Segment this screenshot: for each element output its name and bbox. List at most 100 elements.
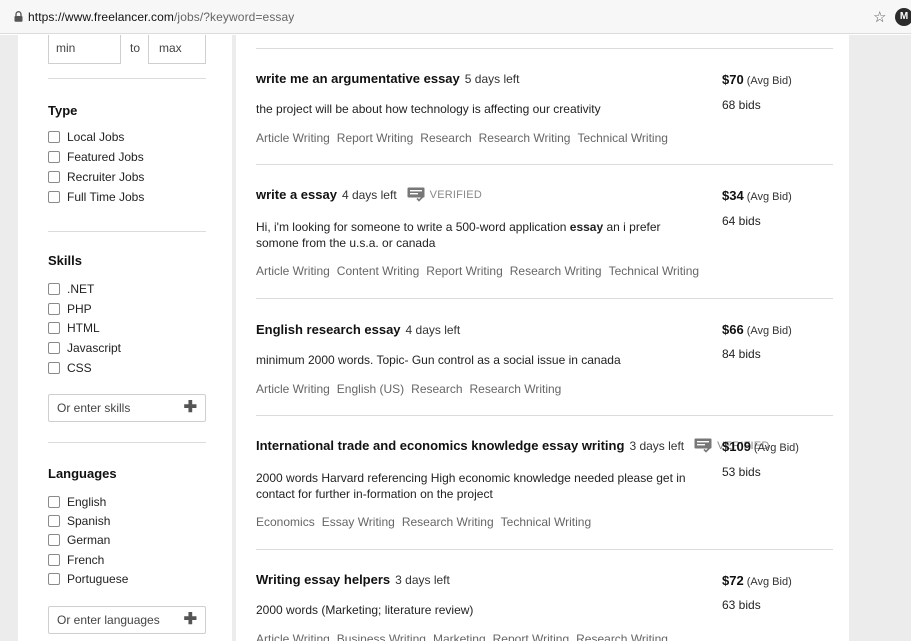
skill-tag-link[interactable]: Research Writing bbox=[479, 131, 571, 145]
plus-icon[interactable]: ✚ bbox=[184, 400, 197, 416]
skill-tag-link[interactable]: Research Writing bbox=[576, 632, 668, 641]
enter-skills-input[interactable]: Or enter skills ✚ bbox=[48, 394, 206, 422]
skill-option-css[interactable]: CSS bbox=[48, 360, 92, 376]
skill-tag-link[interactable]: Economics bbox=[256, 515, 315, 529]
avg-bid-amount: $72 bbox=[722, 573, 744, 588]
checkbox[interactable] bbox=[48, 283, 60, 295]
bid-count: 64 bids bbox=[722, 214, 761, 228]
enter-languages-input[interactable]: Or enter languages ✚ bbox=[48, 606, 206, 634]
page-gutter-left bbox=[0, 35, 18, 641]
job-skill-tags: Article Writing Business Writing Marketi… bbox=[256, 632, 675, 641]
checkbox[interactable] bbox=[48, 131, 60, 143]
url-text[interactable]: https://www.freelancer.com/jobs/?keyword… bbox=[28, 10, 294, 24]
job-title-link[interactable]: write me an argumentative essay bbox=[256, 71, 460, 86]
job-divider bbox=[256, 415, 833, 416]
job-price: $34 (Avg Bid) bbox=[722, 188, 792, 203]
skill-tag-link[interactable]: Technical Writing bbox=[609, 264, 699, 278]
job-price: $66 (Avg Bid) bbox=[722, 322, 792, 337]
skill-tag-link[interactable]: Report Writing bbox=[493, 632, 569, 641]
checkbox[interactable] bbox=[48, 554, 60, 566]
skill-tag-link[interactable]: Research bbox=[420, 131, 471, 145]
budget-min-input[interactable]: min bbox=[48, 35, 121, 64]
checkbox[interactable] bbox=[48, 362, 60, 374]
checkbox[interactable] bbox=[48, 534, 60, 546]
bid-count: 68 bids bbox=[722, 98, 761, 112]
skill-tag-link[interactable]: Report Writing bbox=[426, 264, 502, 278]
checkbox[interactable] bbox=[48, 171, 60, 183]
job-card-header: English research essay 4 days left bbox=[256, 322, 460, 337]
language-option-french[interactable]: French bbox=[48, 552, 104, 568]
skill-option-javascript[interactable]: Javascript bbox=[48, 340, 121, 356]
language-option-portuguese[interactable]: Portuguese bbox=[48, 571, 128, 587]
job-skill-tags: Article Writing Content Writing Report W… bbox=[256, 264, 706, 278]
checkbox[interactable] bbox=[48, 322, 60, 334]
url-path: /jobs/?keyword=essay bbox=[174, 10, 295, 24]
job-card-header: International trade and economics knowle… bbox=[256, 438, 769, 453]
job-skill-tags: Article Writing Report Writing Research … bbox=[256, 131, 675, 145]
checkbox[interactable] bbox=[48, 342, 60, 354]
job-description: the project will be about how technology… bbox=[256, 102, 601, 116]
section-divider bbox=[48, 231, 206, 232]
skill-tag-link[interactable]: Research bbox=[411, 382, 462, 396]
type-option-featured-jobs[interactable]: Featured Jobs bbox=[48, 149, 144, 165]
type-option-full-time-jobs[interactable]: Full Time Jobs bbox=[48, 189, 144, 205]
avg-bid-label: (Avg Bid) bbox=[753, 442, 799, 454]
avg-bid-amount: $66 bbox=[722, 322, 744, 337]
checkbox[interactable] bbox=[48, 496, 60, 508]
skill-tag-link[interactable]: Article Writing bbox=[256, 382, 330, 396]
skill-tag-link[interactable]: Article Writing bbox=[256, 632, 330, 641]
job-results-list: write me an argumentative essay 5 days l… bbox=[236, 35, 849, 641]
skill-tag-link[interactable]: Research Writing bbox=[402, 515, 494, 529]
plus-icon[interactable]: ✚ bbox=[184, 612, 197, 628]
skill-option-php[interactable]: PHP bbox=[48, 301, 92, 317]
skill-tag-link[interactable]: Research Writing bbox=[470, 382, 562, 396]
job-title-link[interactable]: Writing essay helpers bbox=[256, 572, 390, 587]
skill-tag-link[interactable]: Article Writing bbox=[256, 131, 330, 145]
checkbox[interactable] bbox=[48, 191, 60, 203]
skill-option-dotnet[interactable]: .NET bbox=[48, 281, 94, 297]
skill-tag-link[interactable]: Article Writing bbox=[256, 264, 330, 278]
job-title-link[interactable]: English research essay bbox=[256, 322, 401, 337]
languages-filter-title: Languages bbox=[48, 466, 117, 481]
language-option-spanish[interactable]: Spanish bbox=[48, 513, 110, 529]
skill-tag-link[interactable]: Technical Writing bbox=[501, 515, 591, 529]
job-title-link[interactable]: International trade and economics knowle… bbox=[256, 438, 624, 453]
job-title-link[interactable]: write a essay bbox=[256, 187, 337, 202]
skill-tag-link[interactable]: Business Writing bbox=[337, 632, 426, 641]
budget-max-input[interactable]: max bbox=[148, 35, 206, 64]
star-icon[interactable]: ☆ bbox=[873, 8, 886, 26]
profile-avatar[interactable]: M bbox=[895, 8, 911, 26]
verified-label: VERIFIED bbox=[429, 188, 482, 201]
checkbox[interactable] bbox=[48, 573, 60, 585]
section-divider bbox=[48, 442, 206, 443]
job-price: $70 (Avg Bid) bbox=[722, 72, 792, 87]
bid-count: 63 bids bbox=[722, 598, 761, 612]
job-card-header: write me an argumentative essay 5 days l… bbox=[256, 71, 519, 86]
days-left: 3 days left bbox=[629, 438, 685, 453]
enter-languages-placeholder: Or enter languages bbox=[57, 613, 160, 627]
section-divider bbox=[48, 78, 206, 79]
skill-tag-link[interactable]: Marketing bbox=[433, 632, 486, 641]
days-left: 5 days left bbox=[464, 71, 520, 86]
skill-tag-link[interactable]: Content Writing bbox=[337, 264, 419, 278]
avg-bid-amount: $70 bbox=[722, 72, 744, 87]
type-option-recruiter-jobs[interactable]: Recruiter Jobs bbox=[48, 169, 144, 185]
days-left: 3 days left bbox=[395, 572, 450, 587]
skill-tag-link[interactable]: Technical Writing bbox=[577, 131, 667, 145]
job-description: 2000 words Harvard referencing High econ… bbox=[256, 471, 686, 501]
type-option-local-jobs[interactable]: Local Jobs bbox=[48, 129, 124, 145]
skill-tag-link[interactable]: Research Writing bbox=[510, 264, 602, 278]
language-option-german[interactable]: German bbox=[48, 532, 110, 548]
browser-address-bar[interactable]: https://www.freelancer.com/jobs/?keyword… bbox=[0, 0, 911, 34]
skill-tag-link[interactable]: Essay Writing bbox=[322, 515, 395, 529]
checkbox[interactable] bbox=[48, 515, 60, 527]
language-option-english[interactable]: English bbox=[48, 494, 106, 510]
skill-option-html[interactable]: HTML bbox=[48, 320, 100, 336]
skills-filter-title: Skills bbox=[48, 253, 82, 268]
checkbox[interactable] bbox=[48, 151, 60, 163]
checkbox[interactable] bbox=[48, 303, 60, 315]
avg-bid-amount: $34 bbox=[722, 188, 744, 203]
skill-tag-link[interactable]: Report Writing bbox=[337, 131, 413, 145]
job-skill-tags: Article Writing English (US) Research Re… bbox=[256, 382, 568, 396]
skill-tag-link[interactable]: English (US) bbox=[337, 382, 404, 396]
